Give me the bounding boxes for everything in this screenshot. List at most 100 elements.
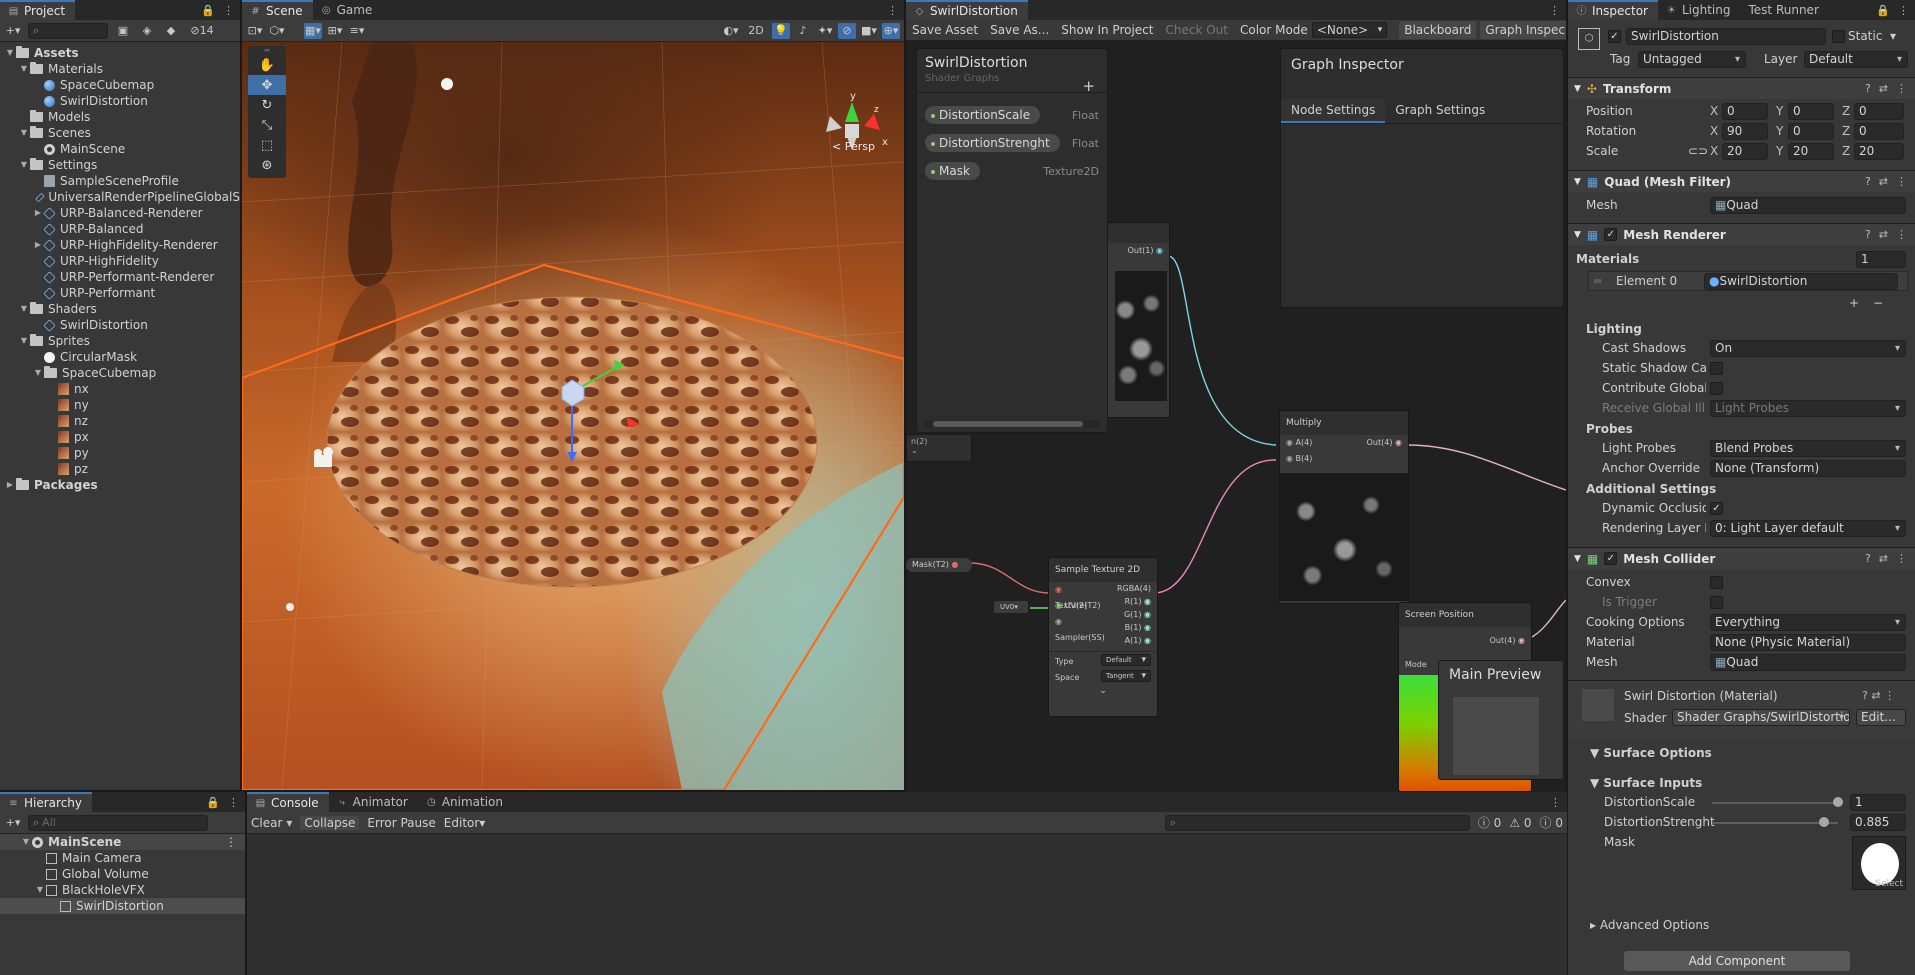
expand-arrow-icon[interactable]: ▼ [32, 365, 44, 381]
expand-arrow-icon[interactable]: ▶ [32, 205, 44, 221]
shader-dropdown[interactable]: Shader Graphs/SwirlDistortio [1672, 709, 1850, 726]
tab-animation[interactable]: ◷ Animation [418, 792, 513, 812]
blackboard-property[interactable]: DistortionStrenght Float [917, 129, 1107, 157]
hidden-packages-icon[interactable]: ⊘ 14 [186, 23, 218, 39]
transform-tool-icon[interactable]: ⊛ [248, 155, 286, 175]
component-menu-icon[interactable]: ⋮ [1896, 82, 1907, 95]
more-menu-icon[interactable]: ⋮ [223, 4, 234, 17]
contribute-gi-checkbox[interactable] [1710, 382, 1723, 395]
grid-snap-icon[interactable]: ▦▾ [304, 22, 322, 39]
lock-icon[interactable]: 🔒 [1876, 4, 1890, 17]
mask-select-button[interactable]: Select [1875, 879, 1903, 889]
mesh-renderer-enabled[interactable]: ✓ [1604, 228, 1618, 241]
more-menu-icon[interactable]: ⋮ [228, 796, 239, 809]
search-by-label-icon[interactable]: ◈ [138, 23, 156, 39]
pivot-icon[interactable]: ⬡▾ [268, 23, 286, 39]
project-item[interactable]: ▶ URP-Balanced-Renderer [0, 205, 240, 221]
port-out[interactable]: Out(4) ◉ [1361, 435, 1408, 451]
help-icon[interactable]: ? [1865, 82, 1871, 95]
distortion-strength-field[interactable]: 0.885 [1850, 814, 1906, 831]
favorite-icon[interactable]: ◆ [162, 23, 180, 39]
help-icon[interactable]: ? [1865, 228, 1871, 241]
snap-increment-icon[interactable]: ⊞▾ [326, 23, 344, 39]
hierarchy-item[interactable]: SwirlDistortion [0, 898, 245, 914]
more-menu-icon[interactable]: ⋮ [1550, 796, 1561, 809]
property-name[interactable]: DistortionScale [925, 106, 1041, 124]
tool-handle-icon[interactable]: ⊡▾ [246, 23, 264, 39]
component-menu-icon[interactable]: ⋮ [1896, 552, 1907, 565]
more-menu-icon[interactable]: ⋮ [1549, 4, 1560, 17]
edit-shader-button[interactable]: Edit... [1856, 709, 1906, 726]
add-component-button[interactable]: Add Component [1624, 951, 1850, 971]
help-icon[interactable]: ? [1862, 689, 1868, 702]
camera-gizmo[interactable] [314, 447, 333, 467]
main-preview-canvas[interactable] [1453, 697, 1539, 775]
align-icon[interactable]: ≡▾ [348, 23, 366, 39]
sample-output-port[interactable]: G(1) ◉ [1111, 608, 1157, 621]
component-menu-icon[interactable]: ⋮ [1896, 175, 1907, 188]
anchor-override-field[interactable]: None (Transform) [1710, 460, 1906, 477]
help-icon[interactable]: ? [1865, 175, 1871, 188]
help-icon[interactable]: ? [1865, 552, 1871, 565]
sample-space-dropdown[interactable]: Tangent [1101, 670, 1151, 682]
effects-toggle-icon[interactable]: ✦▾ [816, 23, 834, 39]
component-menu-icon[interactable]: ⋮ [1884, 689, 1895, 702]
console-log-area[interactable] [247, 834, 1567, 975]
create-plus-icon[interactable]: +▾ [4, 23, 22, 39]
blackboard-toggle[interactable]: Blackboard [1399, 21, 1477, 39]
persp-label[interactable]: < Persp [832, 140, 875, 153]
project-item[interactable]: ▼ Assets [0, 45, 240, 61]
sample-output-port[interactable]: RGBA(4) ◉ [1111, 582, 1157, 606]
distortion-scale-knob[interactable] [1833, 797, 1843, 807]
static-dropdown-icon[interactable]: ▾ [1890, 29, 1896, 43]
project-item[interactable]: py [0, 445, 240, 461]
warning-count[interactable]: ⚠ 0 [1509, 816, 1531, 830]
show-in-project-button[interactable]: Show In Project [1061, 23, 1153, 37]
mesh-renderer-header[interactable]: ▼ ▦ ✓ Mesh Renderer ? ⇄ ⋮ [1568, 223, 1915, 245]
scene-viewport[interactable]: y x z ═ ✋ ✥ ↻ ⤡ ⬚ ⊛ < Persp [242, 42, 904, 790]
surface-inputs-foldout[interactable]: ▼ Surface Inputs [1590, 776, 1702, 790]
presets-icon[interactable]: ⇄ [1879, 82, 1888, 95]
project-item[interactable]: nz [0, 413, 240, 429]
rect-tool-icon[interactable]: ⬚ [248, 135, 286, 155]
project-item[interactable]: URP-Performant-Renderer [0, 269, 240, 285]
tab-inspector[interactable]: ⓘ Inspector [1568, 0, 1658, 20]
camera-settings-icon[interactable]: ■▾ [860, 23, 878, 39]
scale-tool-icon[interactable]: ⤡ [248, 115, 286, 135]
static-checkbox[interactable] [1832, 30, 1845, 43]
save-as-button[interactable]: Save As... [990, 23, 1049, 37]
project-item[interactable]: px [0, 429, 240, 445]
expand-arrow-icon[interactable]: ▼ [4, 45, 16, 61]
property-name[interactable]: DistortionStrenght [925, 134, 1060, 152]
hierarchy-item[interactable]: Main Camera [0, 850, 245, 866]
error-pause-button[interactable]: Error Pause [367, 816, 435, 830]
tab-lighting[interactable]: ☀ Lighting [1658, 0, 1741, 20]
distortion-scale-slider[interactable] [1712, 802, 1838, 804]
transform-header[interactable]: ▼ ✣ Transform ? ⇄ ⋮ [1568, 77, 1915, 99]
project-search-input[interactable]: ⌕ [28, 22, 108, 39]
component-menu-icon[interactable]: ⋮ [1896, 228, 1907, 241]
tab-swirl-distortion[interactable]: ◇ SwirlDistortion [906, 0, 1028, 20]
tab-node-settings[interactable]: Node Settings [1281, 99, 1386, 123]
presets-icon[interactable]: ⇄ [1871, 689, 1880, 702]
project-item[interactable]: ▼ SpaceCubemap [0, 365, 240, 381]
more-menu-icon[interactable]: ⋮ [887, 4, 898, 17]
expand-arrow-icon[interactable]: ▼ [18, 333, 30, 349]
materials-count[interactable]: 1 [1856, 251, 1906, 268]
presets-icon[interactable]: ⇄ [1879, 175, 1888, 188]
create-plus-icon[interactable]: +▾ [4, 815, 22, 831]
layer-dropdown[interactable]: Default [1804, 51, 1908, 68]
tab-project[interactable]: ▤ Project [0, 0, 76, 20]
blackboard-property[interactable]: Mask Texture2D [917, 157, 1107, 185]
scene-menu-icon[interactable]: ⋮ [225, 834, 245, 850]
expand-arrow-icon[interactable]: ▼ [18, 301, 30, 317]
node-sample-texture-2d[interactable]: Sample Texture 2D ◉ Texture(T2) ◉ UV(2) ◉ … [1048, 557, 1158, 717]
project-item[interactable]: ▶ URP-HighFidelity-Renderer [0, 237, 240, 253]
project-item[interactable]: ▼ Scenes [0, 125, 240, 141]
tab-game[interactable]: ◎ Game [313, 0, 383, 20]
remove-material-icon[interactable]: − [1873, 296, 1883, 310]
object-name-field[interactable]: SwirlDistortion [1626, 28, 1826, 45]
expand-arrow-icon[interactable]: ▶ [4, 477, 16, 493]
expand-arrow-icon[interactable]: ▼ [34, 882, 46, 898]
blackboard-scrollbar[interactable] [923, 420, 1101, 428]
